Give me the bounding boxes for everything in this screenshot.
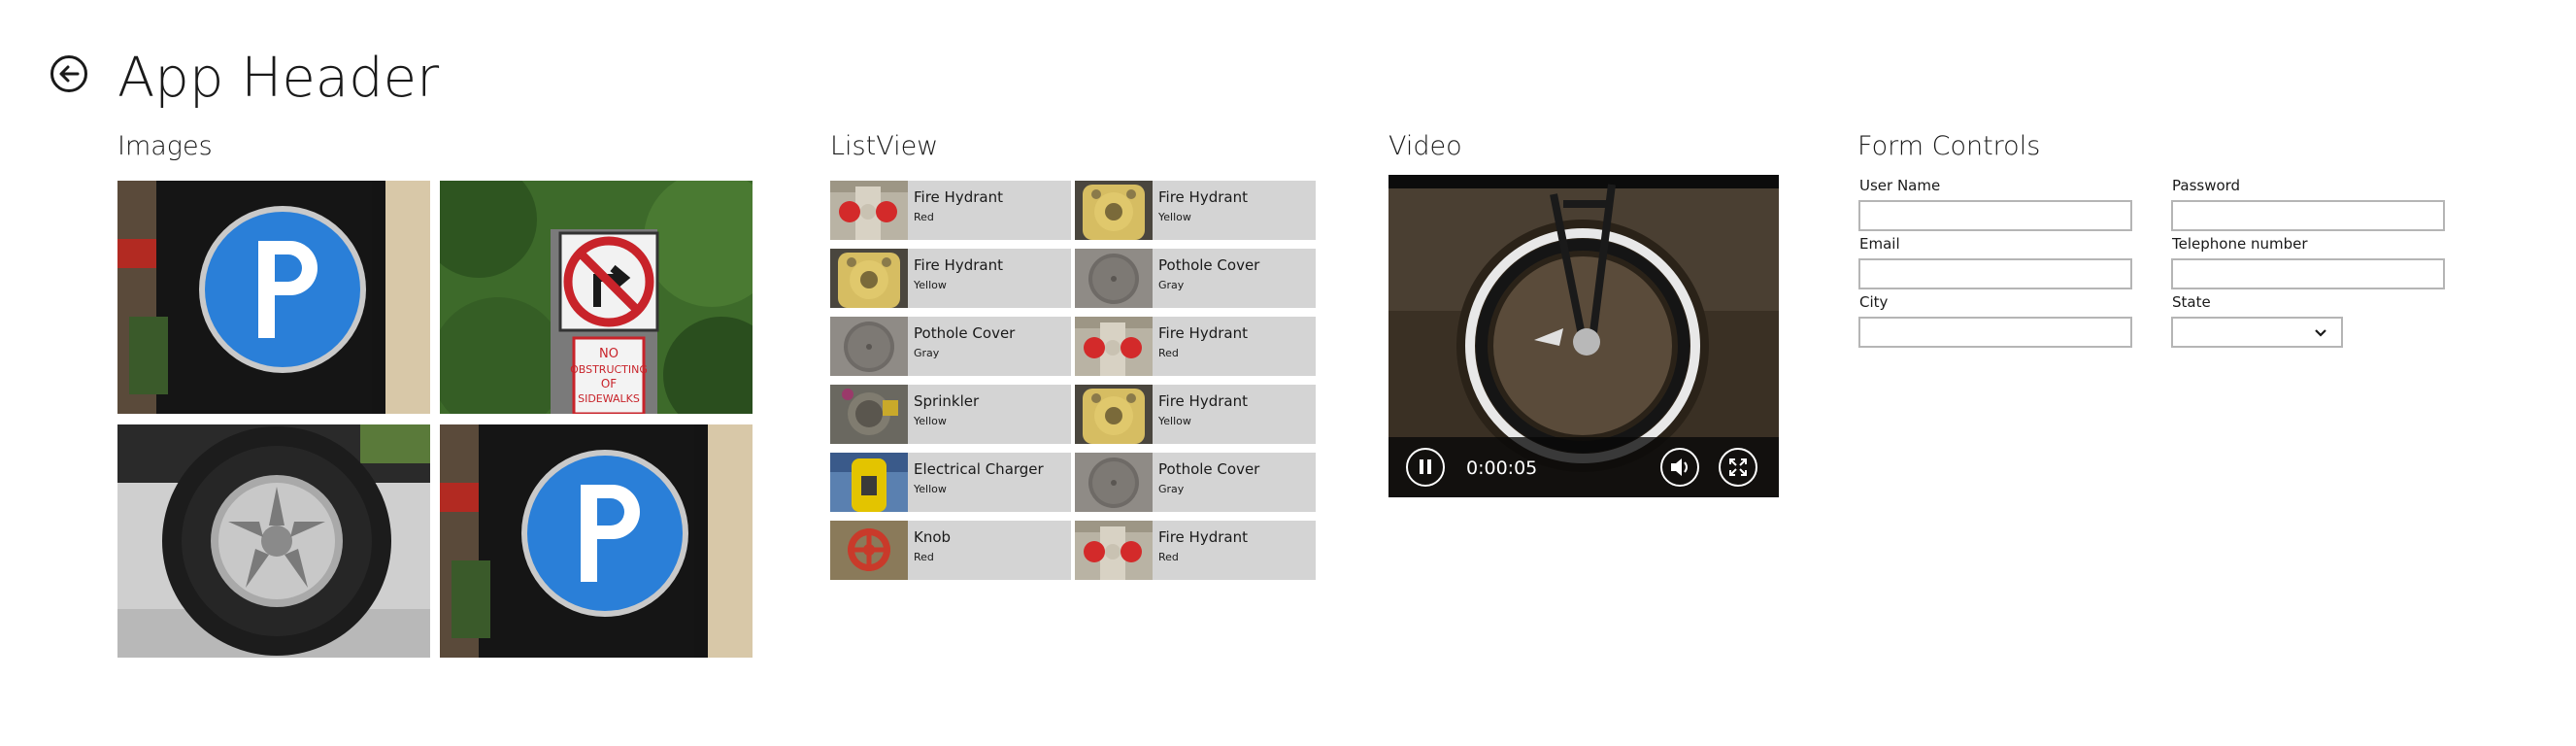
state-label: State: [2172, 293, 2211, 311]
list-item[interactable]: Fire Hydrant Red: [1075, 521, 1316, 580]
list-item[interactable]: Pothole Cover Gray: [830, 317, 1071, 376]
list-item-subtitle: Yellow: [914, 279, 947, 291]
list-item-title: Fire Hydrant: [914, 256, 1003, 274]
tire-image: [117, 424, 430, 658]
parking-sign-image: [117, 181, 430, 414]
back-arrow-icon: [59, 65, 80, 83]
list-item[interactable]: Sprinkler Yellow: [830, 385, 1071, 444]
list-item[interactable]: Fire Hydrant Yellow: [1075, 181, 1316, 240]
list-item-title: Knob: [914, 528, 952, 546]
list-item[interactable]: Fire Hydrant Red: [830, 181, 1071, 240]
video-player[interactable]: 0:00:05: [1388, 175, 1779, 497]
list-item-title: Pothole Cover: [1158, 460, 1260, 478]
list-item-thumbnail: [1075, 181, 1153, 240]
list-item-subtitle: Yellow: [1158, 415, 1191, 427]
list-item[interactable]: Pothole Cover Gray: [1075, 453, 1316, 512]
list-item-thumbnail: [830, 181, 908, 240]
list-item-thumbnail: [1075, 453, 1153, 512]
list-item-subtitle: Yellow: [914, 415, 947, 427]
list-item-thumbnail: [1075, 317, 1153, 376]
list-item-title: Fire Hydrant: [1158, 324, 1248, 342]
volume-button[interactable]: [1660, 448, 1699, 487]
list-item-title: Fire Hydrant: [1158, 188, 1248, 206]
video-time: 0:00:05: [1466, 458, 1538, 479]
fullscreen-icon: [1729, 458, 1747, 476]
list-item-subtitle: Yellow: [1158, 211, 1191, 223]
list-item[interactable]: Fire Hydrant Red: [1075, 317, 1316, 376]
volume-icon: [1671, 458, 1688, 476]
pause-icon: [1420, 459, 1431, 474]
list-item-subtitle: Red: [1158, 347, 1179, 359]
list-item[interactable]: Pothole Cover Gray: [1075, 249, 1316, 308]
fullscreen-button[interactable]: [1719, 448, 1757, 487]
email-input[interactable]: [1858, 258, 2132, 289]
list-item-thumbnail: [830, 249, 908, 308]
list-item-title: Pothole Cover: [1158, 256, 1260, 274]
username-input[interactable]: [1858, 200, 2132, 231]
state-select[interactable]: [2171, 317, 2343, 348]
list-item[interactable]: Fire Hydrant Yellow: [1075, 385, 1316, 444]
image-tile-parking-sign[interactable]: [117, 181, 430, 414]
images-section-title: Images: [117, 131, 213, 161]
list-item-subtitle: Gray: [1158, 279, 1185, 291]
list-item[interactable]: Fire Hydrant Yellow: [830, 249, 1071, 308]
video-section-title: Video: [1388, 131, 1462, 161]
list-item-thumbnail: [1075, 249, 1153, 308]
image-tile-no-right-turn[interactable]: NO OBSTRUCTING OF SIDEWALKS: [440, 181, 753, 414]
list-item-thumbnail: [830, 317, 908, 376]
form-section-title: Form Controls: [1857, 131, 2041, 161]
list-item[interactable]: Electrical Charger Yellow: [830, 453, 1071, 512]
video-controls: 0:00:05: [1388, 437, 1779, 497]
image-tile-tire[interactable]: [117, 424, 430, 658]
city-label: City: [1859, 293, 1889, 311]
list-item-subtitle: Red: [914, 211, 934, 223]
list-item-thumbnail: [830, 521, 908, 580]
username-label: User Name: [1859, 177, 1941, 194]
list-item-title: Fire Hydrant: [1158, 528, 1248, 546]
back-button[interactable]: [50, 55, 87, 92]
city-input[interactable]: [1858, 317, 2132, 348]
list-item-title: Fire Hydrant: [914, 188, 1003, 206]
svg-text:OF: OF: [601, 377, 617, 390]
list-item[interactable]: Knob Red: [830, 521, 1071, 580]
telephone-label: Telephone number: [2172, 235, 2308, 253]
password-input[interactable]: [2171, 200, 2445, 231]
svg-text:OBSTRUCTING: OBSTRUCTING: [570, 363, 648, 376]
password-label: Password: [2172, 177, 2241, 194]
list-item-title: Pothole Cover: [914, 324, 1016, 342]
list-item-subtitle: Gray: [1158, 483, 1185, 495]
svg-text:NO: NO: [599, 347, 619, 361]
chevron-down-icon: [2315, 329, 2326, 337]
list-item-thumbnail: [1075, 385, 1153, 444]
list-item-subtitle: Yellow: [914, 483, 947, 495]
image-tile-parking-sign-2[interactable]: [440, 424, 753, 658]
parking-sign-image: [440, 424, 753, 658]
page-title: App Header: [117, 47, 440, 110]
list-item-title: Fire Hydrant: [1158, 392, 1248, 410]
svg-text:SIDEWALKS: SIDEWALKS: [578, 392, 640, 405]
list-item-thumbnail: [830, 385, 908, 444]
pause-button[interactable]: [1406, 448, 1445, 487]
list-item-subtitle: Gray: [914, 347, 940, 359]
list-item-subtitle: Red: [1158, 551, 1179, 563]
list-item-thumbnail: [1075, 521, 1153, 580]
list-item-title: Electrical Charger: [914, 460, 1044, 478]
list-item-title: Sprinkler: [914, 392, 980, 410]
list-item-thumbnail: [830, 453, 908, 512]
email-label: Email: [1859, 235, 1900, 253]
no-right-turn-sign-image: NO OBSTRUCTING OF SIDEWALKS: [440, 181, 753, 414]
telephone-input[interactable]: [2171, 258, 2445, 289]
list-item-subtitle: Red: [914, 551, 934, 563]
listview-section-title: ListView: [830, 131, 939, 161]
